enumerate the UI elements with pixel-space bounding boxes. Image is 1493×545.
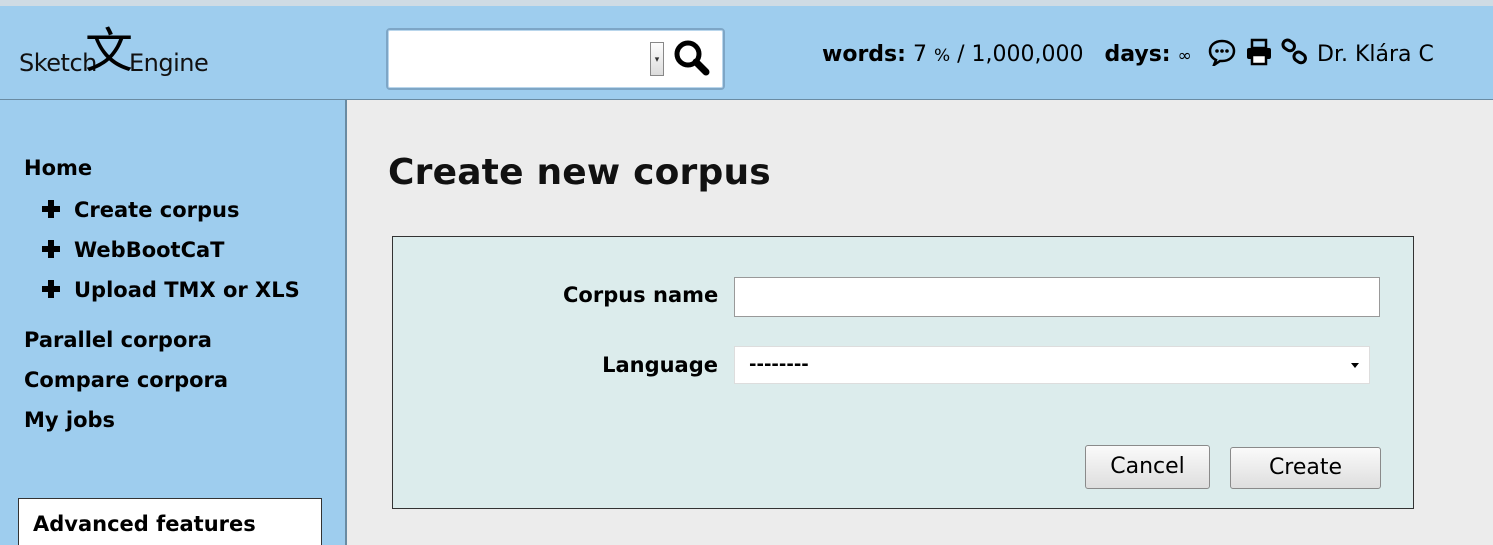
page-title: Create new corpus xyxy=(388,152,771,193)
sidebar-item-parallel-corpora[interactable]: Parallel corpora xyxy=(24,328,212,352)
create-button[interactable]: Create xyxy=(1230,447,1381,489)
corpus-name-label: Corpus name xyxy=(563,283,719,307)
logo-text-engine: Engine xyxy=(129,49,209,77)
plus-icon xyxy=(42,200,60,218)
language-select[interactable]: -------- xyxy=(734,346,1370,384)
language-selected-value: -------- xyxy=(749,354,809,375)
plus-icon xyxy=(42,240,60,258)
sidebar-item-label: Upload TMX or XLS xyxy=(74,278,300,302)
sketch-engine-logo[interactable]: Sketch 文 Engine xyxy=(5,9,345,103)
cancel-button[interactable]: Cancel xyxy=(1085,445,1210,489)
sidebar: Home Create corpus WebBootCaT Upload TMX… xyxy=(0,100,347,545)
days-value: ∞ xyxy=(1177,46,1192,66)
sidebar-item-label: Create corpus xyxy=(74,198,240,222)
create-corpus-form: Corpus name Language -------- Cancel Cre… xyxy=(392,236,1414,509)
app-window: Sketch 文 Engine ▾ words: 7 % / 1,000,000… xyxy=(0,0,1493,545)
search-input[interactable] xyxy=(392,34,648,86)
sidebar-item-upload-tmx[interactable]: Upload TMX or XLS xyxy=(42,278,300,302)
user-name[interactable]: Dr. Klára C xyxy=(1317,42,1434,67)
sidebar-item-my-jobs[interactable]: My jobs xyxy=(24,408,115,432)
advanced-features-label: Advanced features xyxy=(33,512,256,536)
sidebar-item-label: WebBootCaT xyxy=(74,238,225,262)
link-icon[interactable] xyxy=(1281,38,1309,66)
advanced-features-box[interactable]: Advanced features xyxy=(18,498,322,545)
search-options-dropdown[interactable]: ▾ xyxy=(650,42,664,76)
search-icon[interactable] xyxy=(670,36,714,80)
sidebar-item-compare-corpora[interactable]: Compare corpora xyxy=(24,368,228,392)
words-percent-sign: % xyxy=(933,46,951,66)
plus-icon xyxy=(42,280,60,298)
language-label: Language xyxy=(602,353,718,377)
top-header: Sketch 文 Engine ▾ words: 7 % / 1,000,000… xyxy=(0,0,1493,100)
words-limit: / 1,000,000 xyxy=(957,42,1084,67)
corpus-name-field[interactable] xyxy=(734,277,1380,317)
words-label: words: xyxy=(822,42,906,67)
chat-bubble-icon[interactable] xyxy=(1208,38,1236,69)
days-label: days: xyxy=(1104,42,1171,67)
sidebar-item-webbootcat[interactable]: WebBootCaT xyxy=(42,238,225,262)
sidebar-item-create-corpus[interactable]: Create corpus xyxy=(42,198,240,222)
sidebar-item-home[interactable]: Home xyxy=(24,156,92,180)
chevron-down-icon xyxy=(1351,363,1359,368)
usage-stats: words: 7 % / 1,000,000 days: ∞ xyxy=(822,42,1192,67)
logo-glyph: 文 xyxy=(85,23,134,79)
print-icon[interactable] xyxy=(1245,38,1273,66)
search-box: ▾ xyxy=(386,28,725,90)
words-value: 7 xyxy=(912,42,927,67)
